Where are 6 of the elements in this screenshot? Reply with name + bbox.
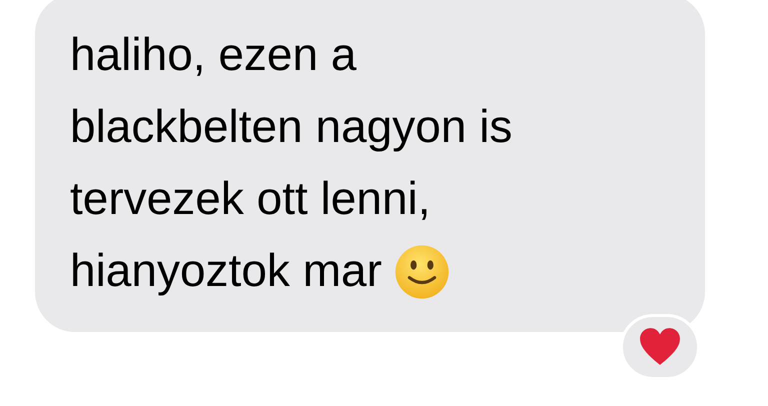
message-line: haliho, ezen a (70, 27, 356, 82)
heart-icon (639, 328, 681, 366)
message-line: blackbelten nagyon is (70, 99, 512, 154)
message-line: tervezek ott lenni, (70, 171, 431, 226)
smiley-icon (394, 244, 450, 300)
message-line: hianyoztok mar (70, 243, 382, 298)
